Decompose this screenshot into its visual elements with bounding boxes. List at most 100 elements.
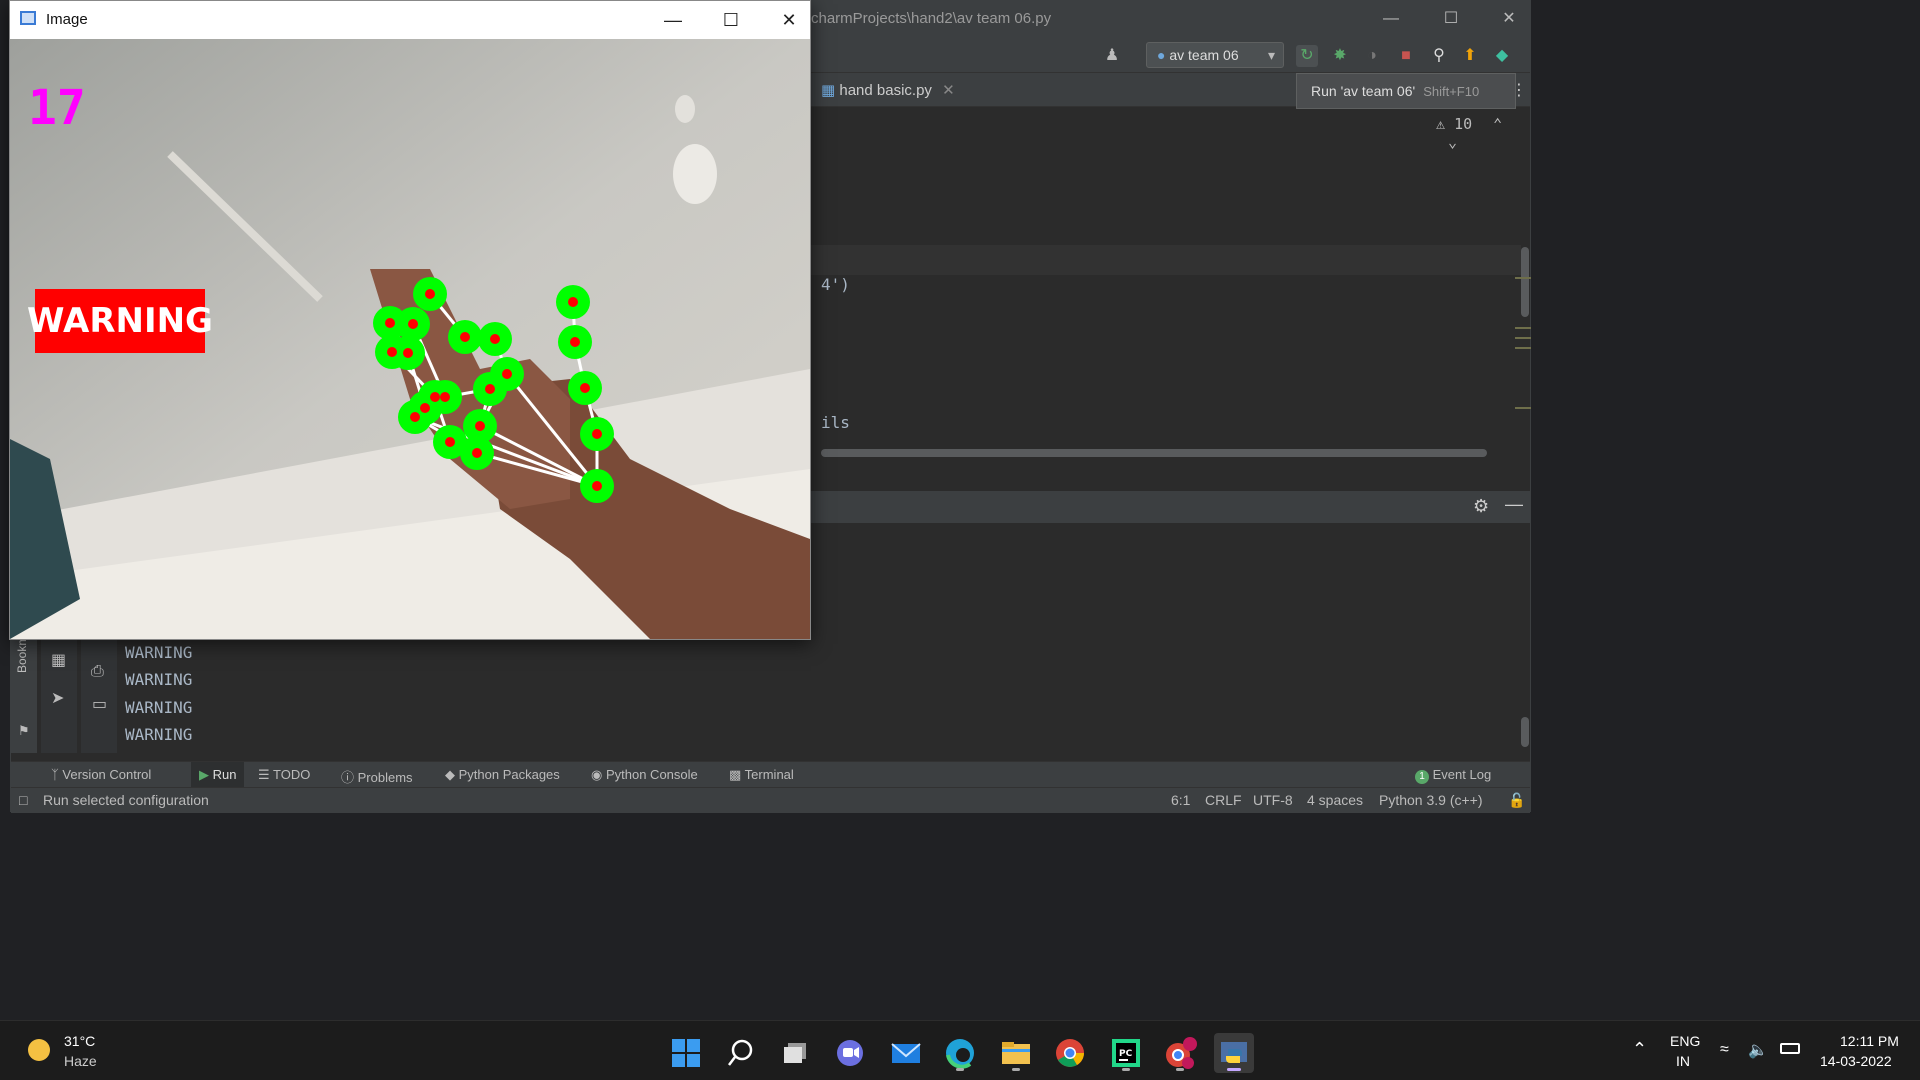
image-window-titlebar[interactable]: Image — ☐ ✕ <box>10 1 810 39</box>
tab-todo[interactable]: ☰ TODO <box>258 767 310 783</box>
vertical-scrollbar[interactable] <box>1521 247 1529 317</box>
error-stripe-mark[interactable] <box>1515 337 1531 339</box>
tab-label: Problems <box>357 770 413 785</box>
tab-label: hand basic.py <box>839 82 932 99</box>
event-log-badge: 1 <box>1415 770 1429 784</box>
bookmark-icon[interactable]: ⚑ <box>18 723 30 739</box>
console-scrollbar[interactable] <box>1521 717 1529 747</box>
close-icon[interactable]: ✕ <box>766 8 812 32</box>
tab-version-control[interactable]: ᛉ Version Control <box>51 767 151 782</box>
close-icon[interactable]: ✕ <box>1489 7 1529 31</box>
inspection-widget[interactable]: ⚠ 10 ⌃ ⌄ <box>1436 115 1521 151</box>
info-icon: ⓘ <box>341 770 358 785</box>
start-icon[interactable] <box>666 1033 706 1073</box>
error-stripe-mark[interactable] <box>1515 347 1531 349</box>
tab-hand-basic[interactable]: ▦ hand basic.py ✕ <box>821 81 955 99</box>
hide-panel-icon[interactable]: — <box>1505 494 1523 515</box>
mail-icon[interactable] <box>886 1033 926 1073</box>
error-stripe-mark[interactable] <box>1515 407 1531 409</box>
status-message: Run selected configuration <box>43 792 209 808</box>
run-config-label: av team 06 <box>1169 47 1239 63</box>
minimize-icon[interactable]: — <box>650 8 696 32</box>
print-icon[interactable]: ⎙ <box>91 663 104 681</box>
panel-toggle-icon[interactable]: □ <box>19 792 27 808</box>
tab-label: TODO <box>273 767 311 782</box>
clock-date[interactable]: 14-03-2022 <box>1820 1053 1892 1069</box>
caret-position[interactable]: 6:1 <box>1171 792 1190 808</box>
chrome-icon[interactable] <box>1050 1033 1090 1073</box>
language-secondary[interactable]: IN <box>1676 1053 1690 1069</box>
clock-time[interactable]: 12:11 PM <box>1840 1033 1899 1049</box>
search-icon[interactable]: ⚲ <box>1428 45 1450 67</box>
chevron-up-icon[interactable]: ⌃ <box>1632 1039 1647 1060</box>
landmark-point <box>580 383 590 393</box>
debug-icon[interactable]: ✸ <box>1329 45 1351 67</box>
tab-label: Version Control <box>62 767 152 782</box>
file-explorer-icon[interactable] <box>996 1033 1036 1073</box>
ide-title: charmProjects\hand2\av team 06.py <box>811 10 1052 27</box>
volume-icon[interactable]: 🔈 <box>1748 1040 1768 1060</box>
landmark-point <box>502 369 512 379</box>
landmark-point <box>440 392 450 402</box>
chevron-up-icon[interactable]: ⌃ <box>1493 115 1502 133</box>
console-line: WARNING <box>125 725 193 744</box>
file-encoding[interactable]: UTF-8 <box>1253 792 1293 808</box>
lock-icon[interactable]: 🔓 <box>1508 792 1525 809</box>
update-icon[interactable]: ⬆ <box>1459 45 1481 67</box>
maximize-icon[interactable]: ☐ <box>1431 7 1471 31</box>
horizontal-scrollbar[interactable] <box>821 449 1487 457</box>
settings-icon[interactable]: ⚙ <box>1473 496 1489 517</box>
search-icon[interactable] <box>720 1033 760 1073</box>
chrome-profile-icon[interactable] <box>1160 1033 1200 1073</box>
pycharm-icon[interactable]: PC <box>1106 1033 1146 1073</box>
language-primary[interactable]: ENG <box>1670 1033 1700 1049</box>
taskbar: 31°C Haze PC ⌃ ENG IN ≈ 🔈 12:11 PM 14-03… <box>0 1020 1920 1080</box>
list-icon: ☰ <box>258 767 274 782</box>
tab-run[interactable]: ▶ Run <box>191 762 245 788</box>
running-indicator <box>1227 1068 1241 1071</box>
error-stripe-mark[interactable] <box>1515 327 1531 329</box>
tab-label: Run <box>212 767 237 782</box>
landmark-point <box>592 429 602 439</box>
pin-icon[interactable]: ➤ <box>51 688 64 708</box>
minimize-icon[interactable]: — <box>1371 7 1411 31</box>
packages-icon: ◆ <box>445 767 459 782</box>
task-view-icon[interactable] <box>776 1033 816 1073</box>
tool-window-bar: ᛉ Version Control ▶ Run ☰ TODO ⓘ Problem… <box>11 761 1530 788</box>
line-separator[interactable]: CRLF <box>1205 792 1242 808</box>
layout-icon[interactable]: ▦ <box>51 650 66 670</box>
tab-label: Event Log <box>1432 767 1492 782</box>
weather-icon[interactable] <box>28 1039 50 1061</box>
user-icon[interactable]: ♟ <box>1101 45 1123 67</box>
rerun-icon[interactable]: ↻ <box>1296 45 1318 67</box>
chat-icon[interactable] <box>830 1033 870 1073</box>
weather-temp[interactable]: 31°C <box>64 1033 95 1049</box>
wifi-icon[interactable]: ≈ <box>1720 1041 1729 1059</box>
tab-close-icon[interactable]: ✕ <box>942 82 955 99</box>
tab-python-packages[interactable]: ◆ Python Packages <box>445 767 560 783</box>
event-log-tab[interactable]: 1 Event Log <box>1415 767 1491 784</box>
run-config-select[interactable]: ● av team 06 ▾ <box>1146 42 1284 68</box>
tooltip-shortcut: Shift+F10 <box>1423 84 1480 99</box>
tab-python-console[interactable]: ◉ Python Console <box>591 767 698 783</box>
chevron-down-icon[interactable]: ⌄ <box>1448 133 1457 151</box>
landmark-point <box>485 384 495 394</box>
indent-setting[interactable]: 4 spaces <box>1307 792 1363 808</box>
camera-frame: 17 WARNING <box>10 39 810 639</box>
weather-desc[interactable]: Haze <box>64 1053 97 1069</box>
stop-icon[interactable]: ■ <box>1395 45 1417 67</box>
trash-icon[interactable]: ▭ <box>92 694 107 714</box>
tab-problems[interactable]: ⓘ Problems <box>341 767 413 786</box>
python-icon[interactable] <box>1214 1033 1254 1073</box>
image-window: Image — ☐ ✕ 17 WARNING <box>9 0 811 640</box>
landmark-point <box>445 437 455 447</box>
coverage-icon[interactable]: ◑ <box>1361 45 1383 67</box>
edge-icon[interactable] <box>940 1033 980 1073</box>
tab-terminal[interactable]: ▩ Terminal <box>729 767 794 783</box>
interpreter[interactable]: Python 3.9 (c++) <box>1379 792 1483 808</box>
battery-icon[interactable] <box>1780 1043 1800 1054</box>
jetbrains-icon[interactable]: ◆ <box>1491 45 1513 67</box>
maximize-icon[interactable]: ☐ <box>708 8 754 32</box>
running-indicator <box>1176 1068 1184 1071</box>
error-stripe-mark[interactable] <box>1515 277 1531 279</box>
